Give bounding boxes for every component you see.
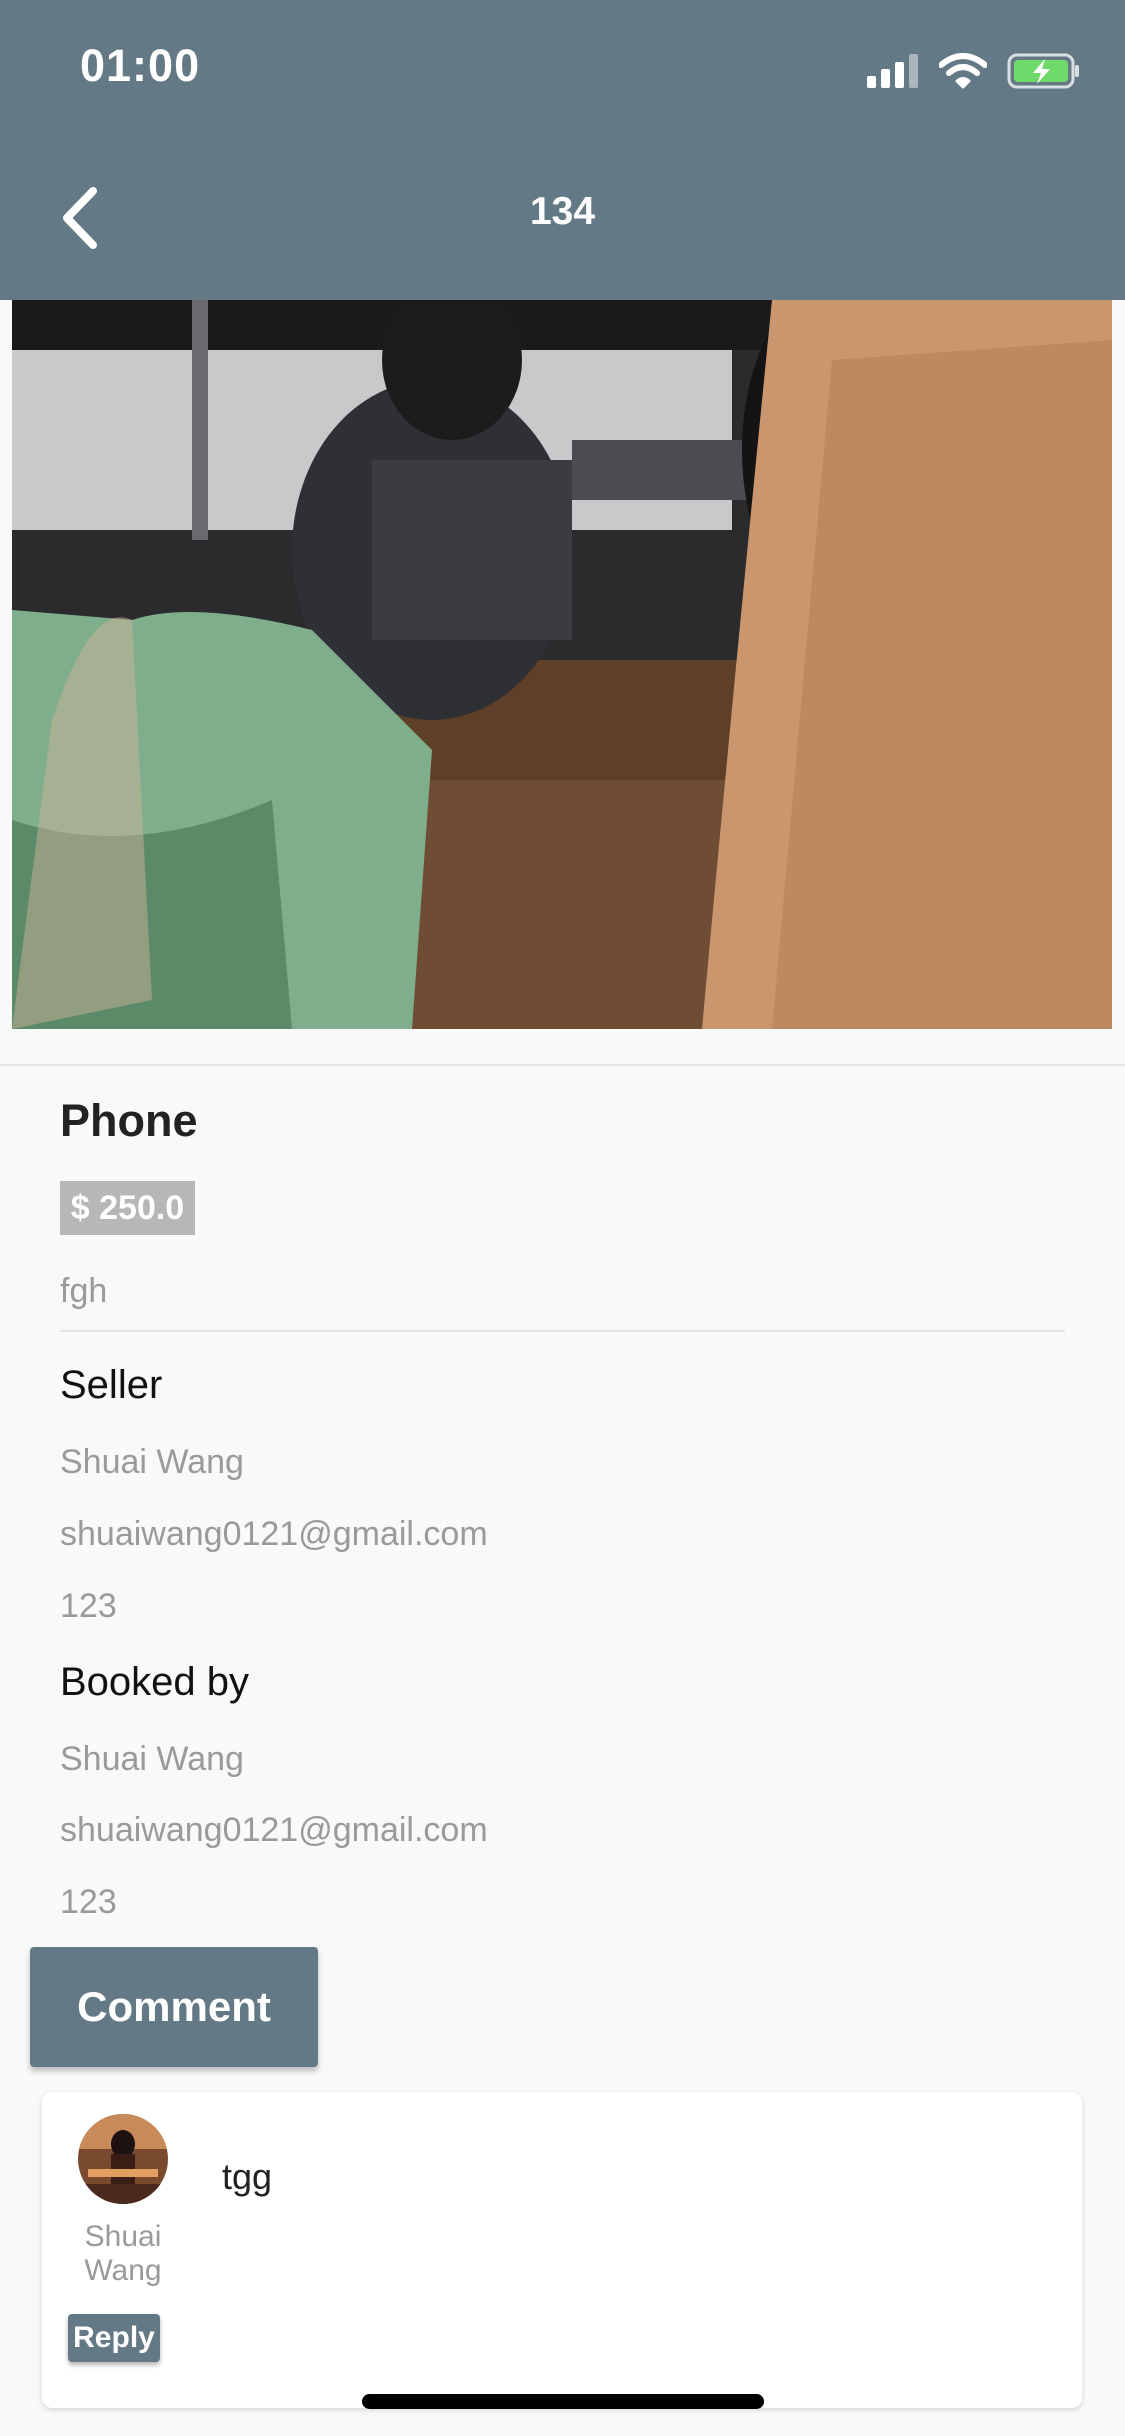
- comment-author: Shuai Wang: [84, 2220, 162, 2287]
- comment-card: Shuai Wang tgg Reply: [42, 2092, 1082, 2408]
- battery-charging-icon: [1007, 53, 1079, 88]
- comment-button[interactable]: Comment: [30, 1947, 318, 2067]
- avatar[interactable]: [78, 2114, 168, 2204]
- reply-button[interactable]: Reply: [68, 2314, 160, 2362]
- seller-phone: 123: [60, 1587, 117, 1625]
- top-app-bar: 01:00 134: [0, 0, 1125, 300]
- booked-by-name: Shuai Wang: [60, 1740, 244, 1778]
- product-description: fgh: [60, 1272, 108, 1310]
- status-icons: [867, 48, 1081, 93]
- divider: [60, 1330, 1065, 1332]
- seller-heading: Seller: [60, 1363, 163, 1407]
- cellular-signal-icon: [867, 53, 918, 88]
- product-name: Phone: [60, 1095, 198, 1146]
- divider: [0, 1064, 1125, 1066]
- booked-by-email: shuaiwang0121@gmail.com: [60, 1811, 488, 1849]
- booked-by-phone: 123: [60, 1883, 117, 1921]
- wifi-icon: [939, 52, 987, 88]
- comment-text: tgg: [222, 2156, 273, 2197]
- seller-name: Shuai Wang: [60, 1443, 244, 1481]
- product-photo: [12, 300, 1112, 1029]
- seller-email: shuaiwang0121@gmail.com: [60, 1515, 488, 1553]
- booked-by-heading: Booked by: [60, 1660, 250, 1704]
- status-time: 01:00: [80, 40, 201, 91]
- price-badge: $ 250.0: [60, 1181, 195, 1235]
- page-title: 134: [529, 190, 596, 233]
- home-indicator[interactable]: [362, 2394, 764, 2409]
